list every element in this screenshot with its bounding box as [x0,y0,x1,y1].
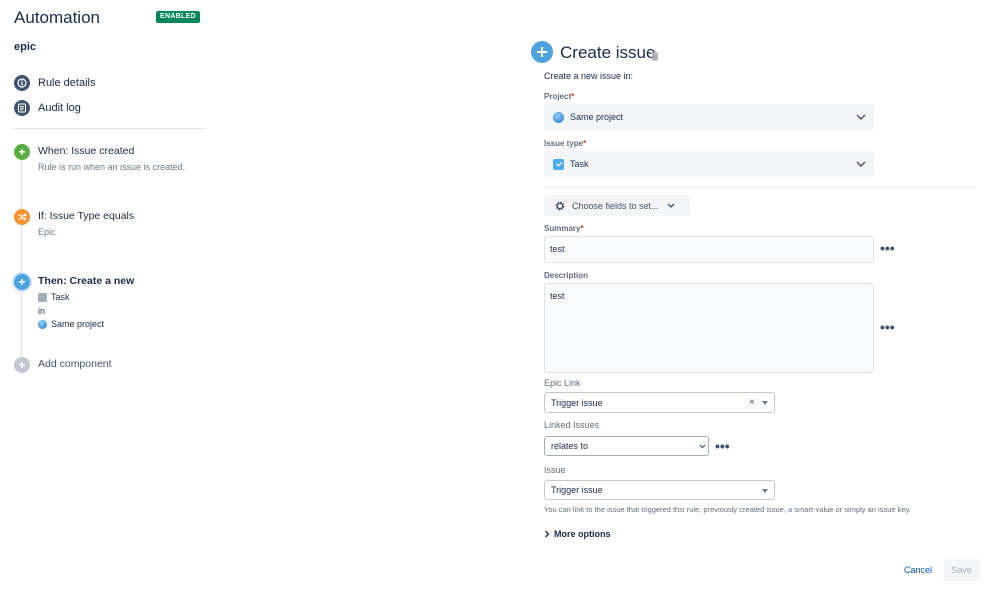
plus-icon: + [14,144,30,160]
epic-link-value: Trigger issue [551,397,603,408]
linked-issues-label: Linked Issues [544,420,600,430]
step-action[interactable]: + Then: Create a new Task in Same projec… [14,274,204,332]
description-more-icon[interactable]: ••• [880,320,895,334]
step-trigger[interactable]: + When: Issue created Rule is run when a… [14,144,204,176]
linked-issues-value: relates to [551,441,589,451]
required-mark: * [583,139,587,148]
project-avatar-icon [553,111,564,123]
chevron-down-icon [699,444,706,449]
nav-audit-log[interactable]: Audit log [14,100,81,116]
linked-issues-more-icon[interactable]: ••• [715,439,730,453]
nav-audit-log-label: Audit log [38,102,81,114]
description-textarea[interactable]: test [544,283,874,373]
step-action-title: Then: Create a new [38,275,135,287]
add-component-label: Add component [38,358,112,370]
chevron-down-icon [856,161,866,167]
project-select-value: Same project [570,112,624,122]
section-divider [544,187,976,188]
step-trigger-subtitle: Rule is run when an issue is created. [38,162,186,172]
project-label-text: Project [544,92,572,101]
summary-more-icon[interactable]: ••• [880,241,895,255]
issue-type-label-text: Issue type [544,139,584,148]
summary-input[interactable]: test [544,236,874,263]
trash-icon[interactable] [651,48,659,66]
gear-icon [555,201,565,210]
caret-down-icon [762,489,768,493]
step-trigger-title: When: Issue created [38,145,135,157]
nav-rule-details[interactable]: Rule details [14,75,95,91]
more-options-label: More options [554,529,611,539]
audit-log-icon [14,100,30,116]
chevron-right-icon [545,530,550,538]
info-icon [14,75,30,91]
step-condition-title: If: Issue Type equals [38,210,135,222]
step-action-project-label: Same project [51,319,105,329]
caret-down-icon [762,401,768,405]
rule-name: epic [14,41,37,53]
save-button[interactable]: Save [943,559,980,581]
issue-select[interactable]: Trigger issue [544,480,775,500]
task-icon [38,292,47,302]
panel-subtitle: Create a new issue in: [544,71,634,81]
chevron-down-icon [667,203,675,208]
nav-rule-details-label: Rule details [38,77,96,89]
cancel-button[interactable]: Cancel [896,559,940,581]
status-badge: ENABLED [156,11,200,23]
step-condition[interactable]: If: Issue Type equals Epic [14,209,204,241]
epic-link-select[interactable]: Trigger issue × [544,392,775,413]
step-action-project: Same project [38,319,104,329]
app-title: Automation [14,8,100,27]
step-condition-subtitle: Epic [38,227,56,237]
choose-fields-button[interactable]: Choose fields to set... [544,195,690,216]
issue-help-text: You can link to the issue that triggered… [544,505,911,514]
required-mark: * [571,92,575,101]
clear-icon[interactable]: × [749,397,755,408]
chevron-down-icon [856,114,866,120]
summary-label-text: Summary [544,224,581,233]
step-action-in: in [38,306,46,316]
required-mark: * [580,224,584,233]
task-checkbox-icon [553,158,564,170]
plus-icon: + [14,274,30,290]
step-action-issue-type: Task [38,292,70,302]
linked-issues-select[interactable]: relates to [544,436,709,456]
project-select[interactable]: Same project [544,104,874,130]
epic-link-label: Epic Link [544,378,581,388]
summary-label: Summary* [544,224,584,233]
issue-select-value: Trigger issue [551,485,603,495]
left-divider [14,128,206,129]
more-options-toggle[interactable]: More options [544,529,611,539]
panel-title: Create issue [560,43,656,62]
plus-icon: + [14,357,30,373]
issue-label: Issue [544,465,566,475]
issue-type-select[interactable]: Task [544,151,874,177]
description-label: Description [544,271,589,280]
issue-type-label: Issue type* [544,139,586,148]
project-label: Project* [544,92,574,101]
issue-type-select-value: Task [570,159,589,169]
shuffle-icon [14,209,30,225]
step-action-issue-type-label: Task [51,292,70,302]
create-issue-icon [531,41,553,63]
add-component-button[interactable]: + Add component [14,357,134,375]
choose-fields-label: Choose fields to set... [572,200,659,211]
project-avatar-icon [38,319,47,329]
